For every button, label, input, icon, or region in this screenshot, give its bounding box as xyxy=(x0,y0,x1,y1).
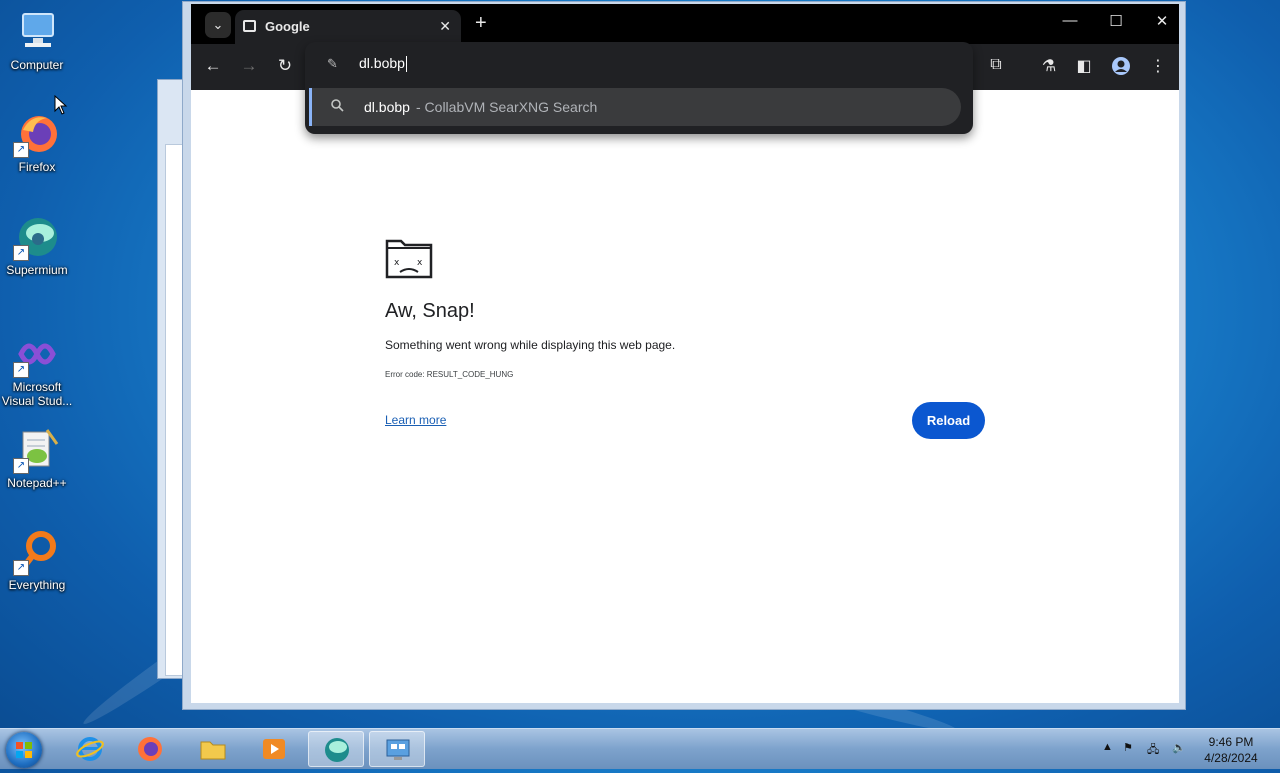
windows-logo-icon xyxy=(16,742,32,758)
extensions-icon[interactable]: ⧉ xyxy=(984,56,1008,74)
taskbar-internet-explorer[interactable] xyxy=(62,731,118,767)
tab-google[interactable]: Google ✕ xyxy=(235,10,461,44)
chevron-down-icon: ⌄ xyxy=(212,17,224,32)
maximize-button[interactable]: ☐ xyxy=(1093,12,1139,30)
omnibox-dropdown: ✎ dl.bobp dl.bobp - CollabVM SearXNG Sea… xyxy=(305,42,973,134)
show-hidden-icons[interactable]: ▲ xyxy=(1102,741,1113,753)
back-button[interactable]: ← xyxy=(201,56,225,76)
svg-text:x: x xyxy=(394,258,400,268)
desktop-icon-label: Computer xyxy=(10,58,64,72)
forward-button[interactable]: → xyxy=(237,56,261,76)
desktop-icon-label: Microsoft Visual Stud... xyxy=(1,380,73,408)
clock-date: 4/28/2024 xyxy=(1204,751,1258,765)
desktop-icon-label: Everything xyxy=(8,578,66,592)
internet-explorer-icon xyxy=(76,737,104,761)
taskbar-explorer[interactable] xyxy=(185,731,241,767)
sad-tab-icon: x x xyxy=(385,237,433,284)
svg-text:x: x xyxy=(417,258,423,268)
suggestion-query: dl.bobp xyxy=(364,99,410,115)
folder-icon xyxy=(200,741,226,760)
learn-more-link[interactable]: Learn more xyxy=(385,413,446,427)
network-icon[interactable]: 🖧 xyxy=(1147,741,1159,760)
desktop-icon-label: Firefox xyxy=(18,160,56,174)
tab-strip: ⌄ Google ✕ + — ☐ ✕ xyxy=(191,4,1179,44)
desktop-icon-label: Notepad++ xyxy=(7,476,67,490)
minimize-button[interactable]: — xyxy=(1047,12,1093,29)
tab-search-button[interactable]: ⌄ xyxy=(205,12,231,38)
tab-title: Google xyxy=(265,19,310,34)
computer-icon xyxy=(13,8,61,56)
taskbar-remote-desktop[interactable] xyxy=(369,731,425,767)
desktop-icon-everything[interactable]: ↗ Everything xyxy=(0,528,74,592)
page-info-icon[interactable]: ✎ xyxy=(327,56,338,72)
mouse-cursor-icon xyxy=(54,95,68,115)
desktop-icon-notepadpp[interactable]: ↗ Notepad++ xyxy=(0,426,74,490)
omnibox-input[interactable]: dl.bobp xyxy=(359,55,407,73)
volume-muted-icon[interactable]: 🔈 xyxy=(1172,741,1186,754)
side-panel-icon[interactable]: ◧ xyxy=(1072,56,1096,76)
desktop-icon-supermium[interactable]: ↗ Supermium xyxy=(0,213,74,277)
search-icon xyxy=(331,99,344,112)
visual-studio-icon: ↗ xyxy=(13,330,61,378)
reload-button[interactable]: Reload xyxy=(912,402,985,439)
omnibox-input-text: dl.bobp xyxy=(359,55,405,71)
shortcut-arrow-icon: ↗ xyxy=(13,560,29,576)
supermium-icon xyxy=(325,738,349,762)
notepadpp-icon: ↗ xyxy=(13,426,61,474)
taskbar-firefox[interactable] xyxy=(122,731,178,767)
supermium-icon: ↗ xyxy=(13,213,61,261)
start-button[interactable] xyxy=(6,732,42,768)
taskbar-media-player[interactable] xyxy=(246,731,302,767)
desktop-icon-computer[interactable]: Computer xyxy=(0,8,74,72)
media-player-icon xyxy=(263,739,285,759)
close-window-button[interactable]: ✕ xyxy=(1139,12,1185,30)
menu-kebab-icon[interactable]: ⋮ xyxy=(1146,56,1170,76)
firefox-icon xyxy=(138,737,162,761)
reload-icon-button[interactable]: ↻ xyxy=(273,56,297,76)
remote-desktop-icon xyxy=(386,739,410,760)
error-title: Aw, Snap! xyxy=(385,300,475,322)
shortcut-arrow-icon: ↗ xyxy=(13,245,29,261)
error-code: Error code: RESULT_CODE_HUNG xyxy=(385,370,514,379)
text-caret xyxy=(405,56,407,73)
desktop-icon-firefox[interactable]: ↗ Firefox xyxy=(0,110,74,174)
page-content: x x Aw, Snap! Something went wrong while… xyxy=(191,90,1179,703)
system-clock[interactable]: 9:46 PM 4/28/2024 xyxy=(1196,734,1266,766)
desktop-icon-label: Supermium xyxy=(6,263,68,277)
clock-time: 9:46 PM xyxy=(1208,735,1254,749)
shortcut-arrow-icon: ↗ xyxy=(13,362,29,378)
shortcut-arrow-icon: ↗ xyxy=(13,458,29,474)
error-description: Something went wrong while displaying th… xyxy=(385,338,676,352)
shortcut-arrow-icon: ↗ xyxy=(13,142,29,158)
taskbar: ▲ ⚑ 🖧 🔈 9:46 PM 4/28/2024 xyxy=(0,728,1280,769)
tab-favicon-icon xyxy=(243,20,256,32)
desktop-icon-visual-studio[interactable]: ↗ Microsoft Visual Stud... xyxy=(0,330,74,408)
profile-avatar-icon[interactable] xyxy=(1109,56,1133,81)
tab-close-icon[interactable]: ✕ xyxy=(439,18,451,35)
labs-icon[interactable]: ⚗ xyxy=(1037,56,1061,76)
new-tab-button[interactable]: + xyxy=(475,12,487,34)
suggestion-suffix: - CollabVM SearXNG Search xyxy=(416,99,598,115)
action-center-flag-icon[interactable]: ⚑ xyxy=(1123,741,1133,754)
taskbar-supermium[interactable] xyxy=(308,731,364,767)
everything-icon: ↗ xyxy=(13,528,61,576)
omnibox-suggestion[interactable]: dl.bobp - CollabVM SearXNG Search xyxy=(309,88,961,126)
firefox-icon: ↗ xyxy=(13,110,61,158)
